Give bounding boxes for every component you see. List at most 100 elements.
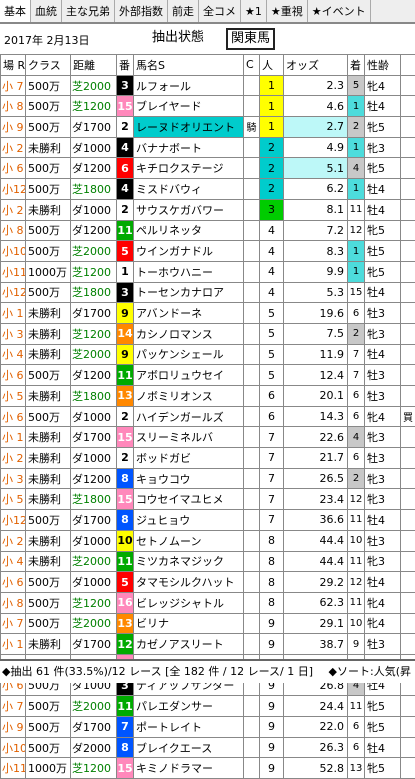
table-row[interactable]: 小 1未勝利ダ17009アバンドーネ519.66牡3 xyxy=(1,303,415,324)
column-header[interactable]: C xyxy=(244,55,260,76)
horse-name-cell: カシノロマンス xyxy=(134,323,244,344)
column-header[interactable]: 性齢 xyxy=(365,55,401,76)
table-row[interactable]: 小 3未勝利芝120014カシノロマンス57.52牝3 xyxy=(1,323,415,344)
table-row[interactable]: 小 2未勝利ダ10004バナナボート24.91牝3 xyxy=(1,137,415,158)
column-header[interactable]: 場 R xyxy=(1,55,26,76)
distance-cell: ダ1700 xyxy=(71,717,117,738)
table-row[interactable]: 小 3未勝利ダ12008キョウコウ726.52牝3 xyxy=(1,468,415,489)
extra-cell xyxy=(401,220,415,241)
place-cell: 小 1 xyxy=(1,427,26,448)
horse-name-cell: カゼノアスリート xyxy=(134,634,244,655)
filter-value-button[interactable]: 関東馬 xyxy=(226,28,275,50)
table-row[interactable]: 小 6500万ダ10002ハイデンガールズ614.36牝4買 xyxy=(1,406,415,427)
table-row[interactable]: 小 5未勝利芝180015コウセイマユヒメ723.412牝3 xyxy=(1,489,415,510)
table-row[interactable]: 小111000万芝120015キミノドラマー952.813牝5 xyxy=(1,758,415,779)
table-row[interactable]: 小12500万ダ17008ジュヒョウ736.611牡4 xyxy=(1,510,415,531)
sex-age-cell: 牝5 xyxy=(365,220,401,241)
tab-2[interactable]: 血統 xyxy=(31,0,62,22)
table-row[interactable]: 小 7500万芝20003ルフォール12.35牝4 xyxy=(1,75,415,96)
table-header: 場 Rクラス距離番馬名SC人オッズ着性齢 xyxy=(1,55,415,76)
table-row[interactable]: 小 6500万ダ10005タマモシルクハット829.212牡4 xyxy=(1,572,415,593)
table-row[interactable]: 小12500万芝18004ミスドバウィ26.21牡4 xyxy=(1,179,415,200)
column-header[interactable]: 人 xyxy=(260,55,284,76)
table-row[interactable]: 小 8500万ダ120011ペルリネッタ47.212牝5 xyxy=(1,220,415,241)
table-row[interactable]: 小 2未勝利ダ10002サウスケガバワー38.111牡4 xyxy=(1,199,415,220)
odds-cell: 44.4 xyxy=(284,530,348,551)
class-cell: 未勝利 xyxy=(26,530,71,551)
popularity-cell: 9 xyxy=(260,613,284,634)
table-row[interactable]: 小 6500万ダ120011アボロリュウセイ512.47牡3 xyxy=(1,365,415,386)
status-right: ◆ソート:人気(昇 xyxy=(329,661,411,683)
column-header[interactable]: 番 xyxy=(117,55,134,76)
sex-age-cell: 牝5 xyxy=(365,261,401,282)
class-cell: 未勝利 xyxy=(26,448,71,469)
table-row[interactable]: 小 9500万ダ17007ポートレイト922.06牝5 xyxy=(1,717,415,738)
popularity-cell: 9 xyxy=(260,717,284,738)
distance-cell: ダ1200 xyxy=(71,220,117,241)
finish-cell: 1 xyxy=(348,96,365,117)
column-header[interactable]: オッズ xyxy=(284,55,348,76)
distance-cell: ダ2000 xyxy=(71,737,117,758)
table-row[interactable]: 小12500万芝18003トーセンカナロア45.315牡4 xyxy=(1,282,415,303)
horse-number-cell: 10 xyxy=(117,530,134,551)
distance-cell: 芝2000 xyxy=(71,613,117,634)
column-header[interactable] xyxy=(401,55,415,76)
tab-9[interactable]: ★イベント xyxy=(308,0,371,22)
table-row[interactable]: 小 2未勝利ダ100010セトノムーン844.410牡3 xyxy=(1,530,415,551)
column-header[interactable]: 馬名S xyxy=(134,55,244,76)
mark-cell xyxy=(244,386,260,407)
popularity-cell: 4 xyxy=(260,220,284,241)
table-row[interactable]: 小 8500万芝120015ブレイヤード14.61牡4 xyxy=(1,96,415,117)
column-header[interactable]: 距離 xyxy=(71,55,117,76)
horse-name-cell: ジュヒョウ xyxy=(134,510,244,531)
sex-age-cell: 牡3 xyxy=(365,530,401,551)
odds-cell: 26.3 xyxy=(284,737,348,758)
sex-age-cell: 牝5 xyxy=(365,758,401,779)
tab-1[interactable]: 基本 xyxy=(0,0,31,22)
tab-7[interactable]: ★1 xyxy=(241,0,267,22)
extra-cell xyxy=(401,75,415,96)
table-row[interactable]: 小 4未勝利芝200011ミツカネマジック844.411牝3 xyxy=(1,551,415,572)
table-row[interactable]: 小 5未勝利芝180013ノボミリオンス620.16牡3 xyxy=(1,386,415,407)
distance-cell: ダ1000 xyxy=(71,137,117,158)
tab-3[interactable]: 主な兄弟 xyxy=(62,0,115,22)
table-row[interactable]: 小 1未勝利ダ170012カゼノアスリート938.79牡3 xyxy=(1,634,415,655)
horse-number-cell: 3 xyxy=(117,75,134,96)
place-cell: 小11 xyxy=(1,261,26,282)
column-header[interactable]: クラス xyxy=(26,55,71,76)
table-row[interactable]: 小111000万芝12001トーホウハニー49.91牝5 xyxy=(1,261,415,282)
odds-cell: 29.1 xyxy=(284,613,348,634)
class-cell: 500万 xyxy=(26,282,71,303)
table-row[interactable]: 小 7500万芝200013ビリナ929.110牝4 xyxy=(1,613,415,634)
table-row[interactable]: 小 7500万芝200011パレエダンサー924.411牝5 xyxy=(1,696,415,717)
table-row[interactable]: 小 8500万芝120016ビレッジシャトル862.311牝4 xyxy=(1,592,415,613)
table-row[interactable]: 小 9500万ダ17002レーヌドオリエント騎12.72牝5 xyxy=(1,117,415,138)
table-row[interactable]: 小10500万ダ20008ブレイクエース926.36牡4 xyxy=(1,737,415,758)
class-cell: 未勝利 xyxy=(26,137,71,158)
tab-6[interactable]: 全コメ xyxy=(199,0,241,22)
tab-8[interactable]: ★重視 xyxy=(267,0,308,22)
distance-cell: ダ1700 xyxy=(71,510,117,531)
mark-cell xyxy=(244,696,260,717)
sex-age-cell: 牝4 xyxy=(365,592,401,613)
distance-cell: 芝1200 xyxy=(71,261,117,282)
table-row[interactable]: 小 6500万ダ12006キチロクステージ25.14牝5 xyxy=(1,158,415,179)
horse-number-cell: 4 xyxy=(117,179,134,200)
mark-cell xyxy=(244,365,260,386)
table-row[interactable]: 小10500万芝20005ウインガナドル48.31牡5 xyxy=(1,241,415,262)
sex-age-cell: 牝3 xyxy=(365,323,401,344)
horse-name-cell: ミツカネマジック xyxy=(134,551,244,572)
extra-cell xyxy=(401,137,415,158)
distance-cell: 芝2000 xyxy=(71,75,117,96)
tab-4[interactable]: 外部指数 xyxy=(115,0,168,22)
class-cell: 500万 xyxy=(26,365,71,386)
sex-age-cell: 牡4 xyxy=(365,96,401,117)
table-row[interactable]: 小 2未勝利ダ10002ボッドガビ721.76牡3 xyxy=(1,448,415,469)
distance-cell: 芝1200 xyxy=(71,592,117,613)
horse-name-cell: コウセイマユヒメ xyxy=(134,489,244,510)
class-cell: 500万 xyxy=(26,406,71,427)
tab-5[interactable]: 前走 xyxy=(168,0,199,22)
column-header[interactable]: 着 xyxy=(348,55,365,76)
table-row[interactable]: 小 4未勝利芝20009パッケンシェール511.97牡4 xyxy=(1,344,415,365)
table-row[interactable]: 小 1未勝利ダ170015スリーミネルバ722.64牝3 xyxy=(1,427,415,448)
